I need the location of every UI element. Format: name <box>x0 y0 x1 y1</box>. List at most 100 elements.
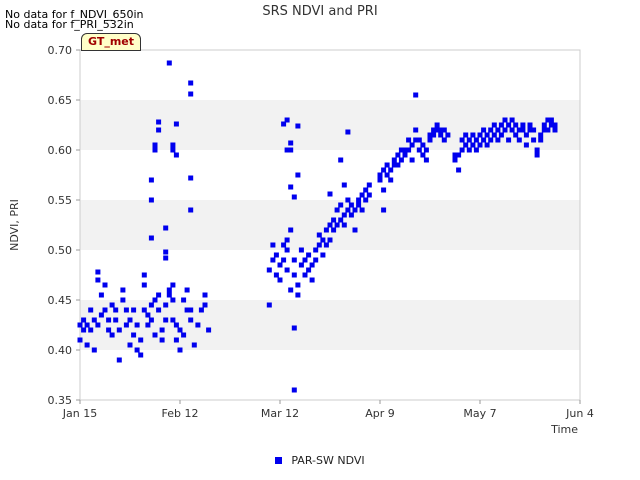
data-point <box>266 267 272 273</box>
data-point <box>552 122 558 128</box>
data-point <box>402 152 408 158</box>
data-point <box>170 282 176 288</box>
data-point <box>181 297 187 303</box>
data-point <box>520 127 526 133</box>
data-point <box>270 242 276 248</box>
data-point <box>423 157 429 163</box>
data-point <box>163 249 169 255</box>
data-point <box>334 207 340 213</box>
data-point <box>156 127 162 133</box>
data-point <box>466 137 472 143</box>
data-point <box>198 307 204 313</box>
data-point <box>420 152 426 158</box>
data-point <box>381 187 387 193</box>
data-point <box>134 347 140 353</box>
data-point <box>113 317 119 323</box>
data-point <box>106 317 112 323</box>
data-point <box>338 157 344 163</box>
data-point <box>291 194 297 200</box>
data-point <box>491 132 497 138</box>
data-point <box>177 327 183 333</box>
data-point <box>441 127 447 133</box>
x-tick-label: May 7 <box>463 407 496 420</box>
scatter-plot: 0.35 0.40 0.45 0.50 0.55 0.60 0.65 0.70 Jan 15 F… <box>8 44 594 436</box>
data-point <box>470 132 476 138</box>
data-point <box>431 132 437 138</box>
data-point <box>338 217 344 223</box>
data-point <box>445 132 451 138</box>
data-point <box>359 192 365 198</box>
data-point <box>506 122 512 128</box>
data-point <box>170 317 176 323</box>
data-point <box>173 337 179 343</box>
data-point <box>327 191 333 197</box>
data-point <box>173 152 179 158</box>
data-point <box>409 157 415 163</box>
data-point <box>170 142 176 148</box>
data-point <box>291 257 297 263</box>
gt-met-badge[interactable]: GT_met <box>81 33 142 51</box>
data-point <box>84 342 90 348</box>
data-point <box>359 207 365 213</box>
data-point <box>348 202 354 208</box>
data-point <box>484 142 490 148</box>
data-point <box>498 132 504 138</box>
data-point <box>488 127 494 133</box>
y-tick-label: 0.70 <box>48 44 73 57</box>
data-point <box>345 129 351 135</box>
data-point <box>398 157 404 163</box>
data-point <box>477 142 483 148</box>
data-point <box>513 122 519 128</box>
data-point <box>488 137 494 143</box>
data-point <box>120 287 126 293</box>
data-point <box>156 292 162 298</box>
data-point <box>320 237 326 243</box>
data-point <box>295 123 301 129</box>
data-point <box>413 127 419 133</box>
data-point <box>206 327 212 333</box>
data-point <box>302 272 308 278</box>
data-point <box>95 277 101 283</box>
data-point <box>345 197 351 203</box>
y-axis-ticks: 0.35 0.40 0.45 0.50 0.55 0.60 0.65 0.70 <box>48 44 80 407</box>
data-point <box>509 117 515 123</box>
data-point <box>320 252 326 258</box>
data-point <box>102 307 108 313</box>
data-point <box>520 122 526 128</box>
data-point <box>91 347 97 353</box>
data-point <box>523 142 529 148</box>
data-point <box>309 262 315 268</box>
x-tick-label: Feb 12 <box>162 407 199 420</box>
data-point <box>509 127 515 133</box>
data-point <box>298 247 304 253</box>
data-point <box>95 269 101 275</box>
grid-band <box>80 300 580 350</box>
data-point <box>141 307 147 313</box>
data-point <box>459 147 465 153</box>
data-point <box>281 242 287 248</box>
data-point <box>331 217 337 223</box>
x-tick-label: Jun 4 <box>565 407 594 420</box>
data-point <box>295 282 301 288</box>
data-point <box>152 332 158 338</box>
data-point <box>152 147 158 153</box>
data-point <box>109 332 115 338</box>
data-point <box>188 175 194 181</box>
legend-swatch <box>275 457 283 464</box>
data-point <box>427 137 433 143</box>
data-point <box>288 287 294 293</box>
data-point <box>159 327 165 333</box>
data-point <box>81 327 87 333</box>
data-point <box>423 147 429 153</box>
data-point <box>384 162 390 168</box>
data-point <box>148 235 154 241</box>
data-point <box>327 237 333 243</box>
data-point <box>416 137 422 143</box>
x-tick-label: Apr 9 <box>365 407 395 420</box>
data-point <box>413 92 419 98</box>
data-point <box>313 247 319 253</box>
data-point <box>77 322 83 328</box>
data-point <box>406 137 412 143</box>
data-point <box>181 332 187 338</box>
data-point <box>81 317 87 323</box>
